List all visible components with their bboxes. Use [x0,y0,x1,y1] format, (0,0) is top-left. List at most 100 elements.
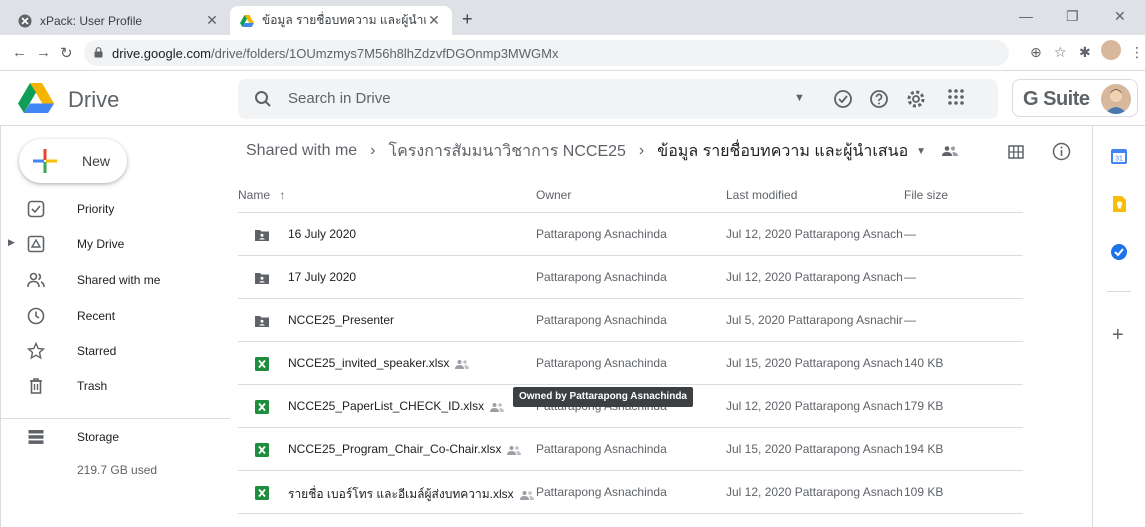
sidebar-item-trash[interactable]: Trash [0,368,230,404]
ready-for-offline-icon[interactable] [832,88,854,110]
file-last-modified: Jul 12, 2020 Pattarapong Asnach [726,399,903,413]
browser-menu-icon[interactable]: ⋮ [1130,44,1144,61]
file-owner: Pattarapong Asnachinda [536,270,667,284]
calendar-icon[interactable]: 31 [1109,146,1129,166]
avatar[interactable] [1101,84,1131,114]
file-name: รายชื่อ เบอร์โทร และอีเมล์ผู้ส่งบทความ.x… [288,487,514,501]
table-row[interactable]: NCCE25_Presenter Pattarapong Asnachinda … [238,299,1023,341]
drive-header: Drive Search in Drive ▼ G Suite [0,71,1146,126]
folder-menu-caret-icon[interactable]: ▼ [916,146,926,157]
browser-tab-strip: xPack: User Profile ✕ ข้อมูล รายชื่อบทคว… [0,0,1146,35]
breadcrumb-current[interactable]: ข้อมูล รายชื่อบทความ และผู้นำเสนอ [657,139,908,164]
forward-icon[interactable]: → [36,44,51,61]
url-input[interactable]: drive.google.com/drive/folders/1OUmzmys7… [84,40,1009,66]
storage-icon [28,430,44,444]
breadcrumb-parent[interactable]: โครงการสัมมนาวิชาการ NCCE25 [389,139,626,164]
google-apps-icon[interactable] [946,87,966,107]
extensions-icon[interactable]: ✱ [1079,44,1091,61]
excel-file-icon [255,400,269,414]
column-header-file-size[interactable]: File size [904,188,948,202]
breadcrumb-separator-icon: › [638,142,645,159]
trash-icon [30,378,42,394]
search-bar[interactable]: Search in Drive ▼ [238,79,998,119]
sidebar-item-recent[interactable]: Recent [0,298,230,334]
file-last-modified: Jul 12, 2020 Pattarapong Asnach [726,227,903,241]
star-icon [27,342,45,360]
file-last-modified: Jul 15, 2020 Pattarapong Asnach [726,442,903,456]
breadcrumb-root[interactable]: Shared with me [246,142,357,160]
bookmark-star-icon[interactable]: ☆ [1054,44,1067,61]
column-header-owner[interactable]: Owner [536,188,571,202]
sidebar-item-my-drive[interactable]: ▶ My Drive [0,226,230,262]
app-title[interactable]: Drive [68,87,119,113]
drive-favicon-icon [240,14,254,27]
close-window-icon[interactable]: ✕ [1114,8,1126,25]
breadcrumb-separator-icon: › [370,142,376,159]
side-panel-addons: 31 + [1092,126,1146,527]
file-name: NCCE25_Presenter [288,313,395,327]
shared-folder-people-icon [942,146,959,156]
shared-people-icon [455,359,470,369]
address-bar-row: ← → ↻ drive.google.com/drive/folders/1OU… [0,35,1146,71]
shared-folder-icon [255,273,269,284]
site-settings-icon[interactable]: ⊕ [1030,44,1042,61]
file-owner: Pattarapong Asnachinda [536,313,667,327]
help-icon[interactable] [868,88,890,110]
recent-icon [27,307,45,325]
grid-view-icon[interactable] [1008,144,1024,160]
window-left-border [0,126,1,527]
file-name: NCCE25_Program_Chair_Co-Chair.xlsx [288,442,502,456]
settings-gear-icon[interactable] [905,88,927,110]
file-size: 194 KB [904,442,944,456]
breadcrumb: Shared with me › โครงการสัมมนาวิชาการ NC… [246,138,959,164]
info-icon[interactable] [1052,142,1071,161]
restore-icon[interactable]: ❐ [1066,8,1079,25]
minimize-icon[interactable]: — [1019,8,1033,24]
table-row[interactable]: 16 July 2020 Pattarapong Asnachinda Jul … [238,213,1023,255]
table-row[interactable]: NCCE25_invited_speaker.xlsx Pattarapong … [238,342,1023,384]
browser-tab-xpack[interactable]: xPack: User Profile ✕ [8,6,230,35]
file-owner: Pattarapong Asnachinda [536,356,667,370]
file-name-cell: NCCE25_Program_Chair_Co-Chair.xlsx [288,442,522,456]
reload-icon[interactable]: ↻ [60,44,73,62]
tab-title: ข้อมูล รายชื่อบทความ และผู้นำเสนอ - [262,13,426,27]
new-button[interactable]: New [19,139,127,183]
table-row[interactable]: 17 July 2020 Pattarapong Asnachinda Jul … [238,256,1023,298]
keep-icon[interactable] [1109,194,1129,214]
search-options-icon[interactable]: ▼ [794,92,805,104]
gsuite-account-button[interactable]: G Suite [1012,79,1138,117]
file-last-modified: Jul 12, 2020 Pattarapong Asnach [726,270,903,284]
lock-icon [94,47,103,58]
sidebar-item-starred[interactable]: Starred [0,333,230,369]
sidebar-item-priority[interactable]: Priority [0,191,230,227]
browser-tab-drive[interactable]: ข้อมูล รายชื่อบทความ และผู้นำเสนอ - ✕ [230,6,452,35]
sidebar-item-label: Priority [77,202,115,216]
tab-close-icon[interactable]: ✕ [426,12,442,29]
table-row[interactable]: NCCE25_Program_Chair_Co-Chair.xlsx Patta… [238,428,1023,470]
svg-text:31: 31 [1115,156,1123,163]
search-icon[interactable] [254,90,272,108]
search-input[interactable]: Search in Drive [288,90,391,107]
expand-arrow-icon[interactable]: ▶ [8,237,15,248]
sort-up-arrow-icon[interactable]: ↑ [279,188,285,202]
sidebar-item-label: Recent [77,309,116,323]
tasks-icon[interactable] [1109,242,1129,262]
column-header-name[interactable]: Name ↑ [238,188,285,202]
back-icon[interactable]: ← [12,44,27,61]
sidebar-item-shared-with-me[interactable]: Shared with me [0,262,230,298]
file-size: — [904,227,916,241]
tab-close-icon[interactable]: ✕ [204,12,220,29]
drive-logo-icon[interactable] [18,83,54,113]
file-name-cell: NCCE25_PaperList_CHECK_ID.xlsx [288,399,505,413]
excel-file-icon [255,486,269,500]
sidebar-item-storage[interactable]: Storage [0,419,230,455]
new-tab-icon[interactable]: + [462,9,473,30]
tab-title: xPack: User Profile [40,13,143,28]
file-name: NCCE25_PaperList_CHECK_ID.xlsx [288,399,485,413]
column-header-last-modified[interactable]: Last modified [726,188,797,202]
excel-file-icon [255,357,269,371]
file-size: — [904,313,916,327]
table-row[interactable]: รายชื่อ เบอร์โทร และอีเมล์ผู้ส่งบทความ.x… [238,471,1023,513]
get-addons-plus-icon[interactable]: + [1112,324,1124,347]
profile-avatar[interactable] [1101,40,1121,60]
